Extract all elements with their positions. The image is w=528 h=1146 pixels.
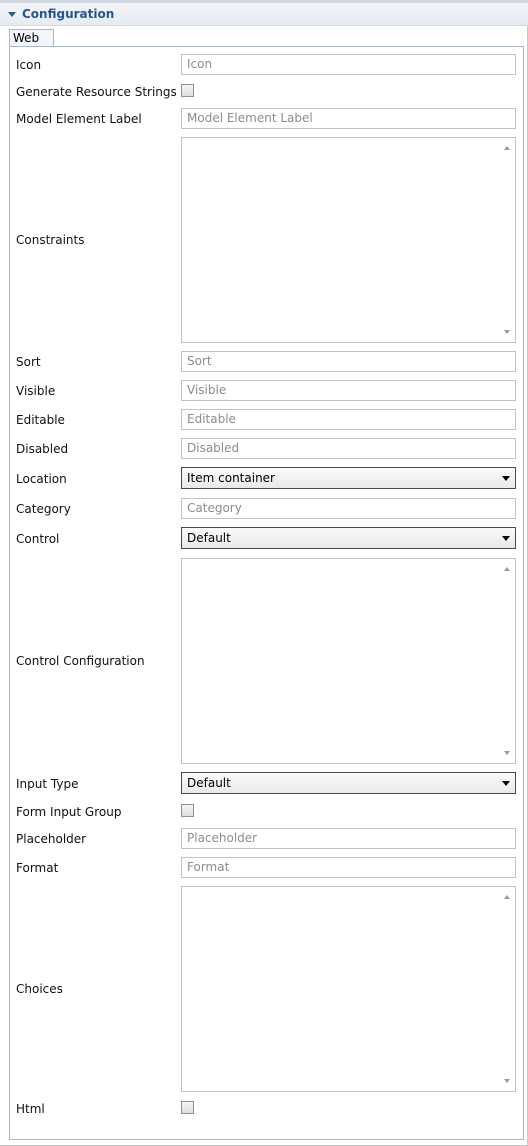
- sort-label: Sort: [16, 355, 41, 369]
- format-input[interactable]: Format: [181, 857, 516, 878]
- configuration-panel: Configuration Web UI Icon Icon Generate …: [0, 0, 528, 1146]
- visible-label: Visible: [16, 384, 56, 398]
- icon-label: Icon: [16, 58, 42, 72]
- placeholder-input[interactable]: Placeholder: [181, 828, 516, 849]
- editable-input[interactable]: Editable: [181, 409, 516, 430]
- format-label: Format: [16, 861, 59, 875]
- icon-input[interactable]: Icon: [181, 54, 516, 75]
- model-element-label-label: Model Element Label: [16, 112, 142, 126]
- constraints-textarea[interactable]: [181, 137, 516, 343]
- disabled-input[interactable]: Disabled: [181, 438, 516, 459]
- collapse-triangle-icon[interactable]: [8, 12, 16, 17]
- scroll-down-icon[interactable]: [504, 751, 510, 755]
- editable-label: Editable: [16, 413, 65, 427]
- category-label: Category: [16, 502, 71, 516]
- dropdown-arrow-icon[interactable]: [502, 781, 510, 786]
- sort-input[interactable]: Sort: [181, 351, 516, 372]
- form-input-group-checkbox[interactable]: [181, 804, 194, 817]
- placeholder-label: Placeholder: [16, 832, 87, 846]
- constraints-label: Constraints: [16, 233, 85, 247]
- choices-textarea[interactable]: [181, 886, 516, 1092]
- tab-web-ui[interactable]: Web UI: [9, 29, 54, 59]
- scroll-down-icon[interactable]: [504, 330, 510, 334]
- dropdown-arrow-icon[interactable]: [502, 536, 510, 541]
- model-element-label-input[interactable]: Model Element Label: [181, 108, 516, 129]
- input-type-value: Default: [187, 776, 231, 790]
- control-configuration-label: Control Configuration: [16, 654, 145, 668]
- control-value: Default: [187, 531, 231, 545]
- section-title: Configuration: [22, 7, 115, 21]
- visible-input[interactable]: Visible: [181, 380, 516, 401]
- disabled-label: Disabled: [16, 442, 69, 456]
- category-input[interactable]: Category: [181, 498, 516, 519]
- choices-label: Choices: [16, 982, 63, 996]
- location-label: Location: [16, 472, 67, 486]
- control-label: Control: [16, 532, 60, 546]
- form-input-group-label: Form Input Group: [16, 805, 122, 819]
- scroll-up-icon[interactable]: [504, 895, 510, 899]
- scrollbar[interactable]: [501, 561, 513, 761]
- scroll-down-icon[interactable]: [504, 1079, 510, 1083]
- location-value: Item container: [187, 471, 275, 485]
- control-select[interactable]: Default: [181, 527, 516, 549]
- control-configuration-textarea[interactable]: [181, 558, 516, 764]
- input-type-label: Input Type: [16, 777, 79, 791]
- generate-resource-strings-checkbox[interactable]: [181, 84, 194, 97]
- generate-resource-strings-label: Generate Resource Strings: [16, 85, 177, 99]
- scroll-up-icon[interactable]: [504, 567, 510, 571]
- location-select[interactable]: Item container: [181, 467, 516, 489]
- scrollbar[interactable]: [501, 889, 513, 1089]
- dropdown-arrow-icon[interactable]: [502, 476, 510, 481]
- html-checkbox[interactable]: [181, 1101, 194, 1114]
- scrollbar[interactable]: [501, 140, 513, 340]
- html-label: Html: [16, 1102, 45, 1116]
- scroll-up-icon[interactable]: [504, 146, 510, 150]
- section-header[interactable]: Configuration: [0, 0, 528, 26]
- input-type-select[interactable]: Default: [181, 772, 516, 794]
